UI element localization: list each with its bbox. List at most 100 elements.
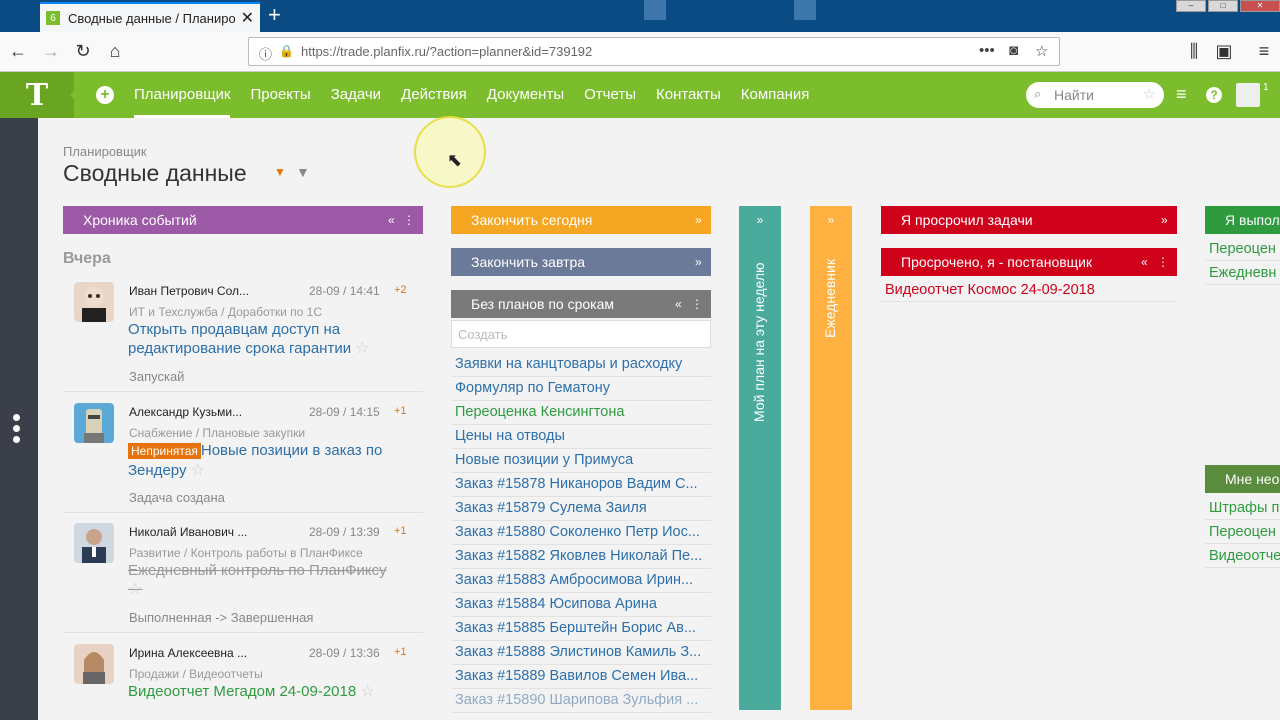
finish-tomorrow-header[interactable]: Закончить завтра » [451, 248, 711, 276]
url-bar[interactable]: ⓘ 🔒 https://trade.planfix.ru/?action=pla… [248, 37, 1060, 66]
finish-today-header[interactable]: Закончить сегодня » [451, 206, 711, 234]
task-item[interactable]: Заказ #15878 Никаноров Вадим С... [451, 473, 711, 497]
chronicle-header[interactable]: Хроника событий « ⋮ [63, 206, 423, 234]
home-icon[interactable]: ⌂ [104, 41, 126, 62]
expand-icon[interactable]: » [739, 206, 781, 234]
project-path[interactable]: Развитие / Контроль работы в ПланФиксе [129, 546, 363, 560]
help-icon[interactable]: ? [1206, 87, 1222, 103]
bookmark-star-icon[interactable]: ☆ [1035, 42, 1048, 60]
expand-icon[interactable]: » [695, 248, 702, 276]
task-item[interactable]: Заказ #15885 Берштейн Борис Ав... [451, 617, 711, 641]
author[interactable]: Николай Иванович ... [129, 525, 247, 539]
nav-company[interactable]: Компания [741, 72, 810, 118]
done-task[interactable]: Ежедневн [1205, 261, 1280, 285]
assigned-task[interactable]: Видеоотче [1205, 544, 1280, 568]
maximize-icon[interactable]: □ [1208, 0, 1238, 12]
nav-documents[interactable]: Документы [487, 72, 564, 118]
column-menu-icon[interactable]: ⋮ [403, 206, 415, 234]
add-icon[interactable]: + [96, 86, 114, 104]
column-menu-icon[interactable]: ⋮ [1157, 248, 1169, 276]
overdue-setter-header[interactable]: Просрочено, я - постановщик « ⋮ [881, 248, 1177, 276]
page-actions-icon[interactable]: ••• [979, 42, 995, 59]
daily-column[interactable]: » Ежедневник [810, 206, 852, 710]
pocket-icon[interactable]: ◙ [1009, 42, 1018, 59]
task-item[interactable]: Формуляр по Гематону [451, 377, 711, 401]
project-path[interactable]: Продажи / Видеоотчеты [129, 667, 263, 681]
nav-tasks[interactable]: Задачи [331, 72, 381, 118]
star-icon[interactable]: ☆ [128, 581, 142, 598]
author[interactable]: Иван Петрович Сол... [129, 284, 249, 298]
no-plans-header[interactable]: Без планов по срокам « ⋮ [451, 290, 711, 318]
nav-planner[interactable]: Планировщик [134, 72, 231, 118]
minimize-icon[interactable]: – [1176, 0, 1206, 12]
task-item[interactable]: Цены на отводы [451, 425, 711, 449]
user-avatar[interactable] [1236, 83, 1260, 107]
done-task[interactable]: Переоцен [1205, 237, 1280, 261]
feed-item[interactable]: Ирина Алексеевна ... 28-09 / 13:36 +1 Пр… [63, 644, 423, 710]
back-icon[interactable]: ← [7, 41, 29, 62]
nav-actions[interactable]: Действия [401, 72, 467, 118]
star-icon[interactable]: ☆ [191, 462, 205, 479]
project-path[interactable]: ИТ и Техслужба / Доработки по 1С [129, 305, 322, 319]
info-icon[interactable]: ⓘ [259, 44, 272, 63]
favorites-star-icon[interactable]: ☆ [1143, 85, 1156, 103]
task-item[interactable]: Заказ #15879 Сулема Заиля [451, 497, 711, 521]
feed-item[interactable]: Иван Петрович Сол... 28-09 / 14:41 +2 ИТ… [63, 282, 423, 392]
task-item[interactable]: Заказ #15883 Амбросимова Ирин... [451, 569, 711, 593]
task-item[interactable]: Заказ #15889 Вавилов Семен Ива... [451, 665, 711, 689]
task-link[interactable]: Непринятая Новые позиции в заказ по Зенде… [128, 441, 388, 480]
expand-icon[interactable]: » [695, 206, 702, 234]
forward-icon[interactable]: → [40, 41, 62, 62]
feed-item[interactable]: Николай Иванович ... 28-09 / 13:39 +1 Ра… [63, 523, 423, 633]
collapse-icon[interactable]: « [1141, 248, 1148, 276]
task-link[interactable]: Ежедневный контроль по ПланФиксу ☆ [128, 561, 388, 599]
task-item[interactable]: Заявки на канцтовары и расходку [451, 353, 711, 377]
browser-tab[interactable]: 6 Сводные данные / Планировщ ✕ [40, 2, 260, 32]
task-item[interactable]: Заказ #15890 Шарипова Зульфия ... [451, 689, 711, 713]
task-item[interactable]: Заказ #15880 Соколенко Петр Иос... [451, 521, 711, 545]
nav-projects[interactable]: Проекты [250, 72, 310, 118]
star-icon[interactable]: ☆ [360, 683, 374, 700]
close-tab-icon[interactable]: ✕ [241, 8, 254, 28]
task-item[interactable]: Заказ #15882 Яковлев Николай Пе... [451, 545, 711, 569]
to-me-header[interactable]: Мне нео [1205, 465, 1280, 493]
nav-reports[interactable]: Отчеты [584, 72, 636, 118]
expand-icon[interactable]: » [810, 206, 852, 234]
task-link[interactable]: Видеоотчет Мегадом 24-09-2018 ☆ [128, 682, 388, 701]
i-overdue-header[interactable]: Я просрочил задачи » [881, 206, 1177, 234]
column-menu-icon[interactable]: ⋮ [691, 290, 703, 318]
task-link[interactable]: Открыть продавцам доступ на редактирован… [128, 320, 388, 358]
search-input[interactable]: ⌕ Найти ☆ [1026, 82, 1164, 108]
task-item[interactable]: Переоценка Кенсингтона [451, 401, 711, 425]
planfix-logo[interactable]: T [0, 72, 74, 118]
reload-icon[interactable]: ↻ [72, 41, 94, 62]
menu-icon[interactable]: ≡ [1253, 41, 1275, 62]
sidebar-icon[interactable]: ▣ [1213, 41, 1235, 62]
collapse-icon[interactable]: « [675, 290, 682, 318]
hamburger-icon[interactable]: ≡ [1176, 84, 1187, 105]
overdue-task[interactable]: Видеоотчет Космос 24-09-2018 [881, 276, 1177, 302]
title-dropdown-icon[interactable]: ▼ [274, 165, 286, 179]
week-plan-column[interactable]: » Мой план на эту неделю [739, 206, 781, 710]
task-item[interactable]: Новые позиции у Примуса [451, 449, 711, 473]
create-task-input[interactable]: Создать [451, 320, 711, 348]
author[interactable]: Александр Кузьми... [129, 405, 242, 419]
new-tab-icon[interactable]: + [268, 2, 281, 28]
assigned-task[interactable]: Штрафы п [1205, 496, 1280, 520]
i-did-header[interactable]: Я выпол [1205, 206, 1280, 234]
task-item[interactable]: Заказ #15884 Юсипова Арина [451, 593, 711, 617]
feed-item[interactable]: Александр Кузьми... 28-09 / 14:15 +1 Сна… [63, 403, 423, 513]
collapse-icon[interactable]: « [388, 206, 395, 234]
expand-icon[interactable]: » [1161, 206, 1168, 234]
author[interactable]: Ирина Алексеевна ... [129, 646, 247, 660]
library-icon[interactable]: ⫼ [1183, 41, 1205, 62]
star-icon[interactable]: ☆ [355, 340, 369, 357]
filter-icon[interactable]: ▼ [296, 164, 310, 180]
close-window-icon[interactable]: ✕ [1240, 0, 1280, 12]
assigned-task[interactable]: Переоцен [1205, 520, 1280, 544]
project-path[interactable]: Снабжение / Плановые закупки [129, 426, 305, 440]
more-vertical-icon[interactable] [13, 414, 20, 443]
nav-contacts[interactable]: Контакты [656, 72, 721, 118]
task-item[interactable]: Заказ #15888 Элистинов Камиль З... [451, 641, 711, 665]
breadcrumb[interactable]: Планировщик [63, 144, 147, 159]
